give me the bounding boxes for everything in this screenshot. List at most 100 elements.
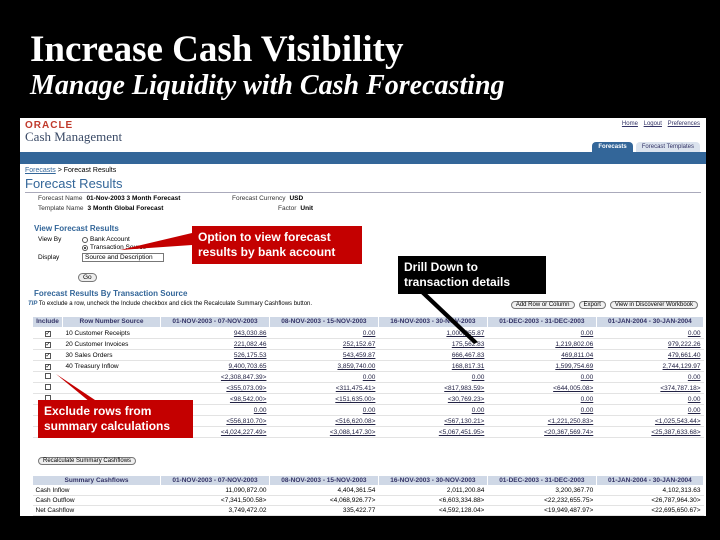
tip-line: TIP To exclude a row, uncheck the Includ… [28,301,312,307]
col-period-5[interactable]: 01-JAN-2004 - 30-JAN-2004 [595,316,705,328]
drilldown-value[interactable]: <25,387,633.68> [651,429,700,436]
drilldown-value[interactable]: 943,030.86 [234,330,267,337]
drilldown-value[interactable]: <3,088,147.30> [330,429,376,436]
drilldown-value[interactable]: 666,467.83 [452,352,485,359]
view-discoverer-button[interactable]: View in Discoverer Workbook [609,301,698,309]
radio-transaction-source-label: Transaction Source [90,244,147,251]
drilldown-value[interactable]: 479,661.40 [668,352,701,359]
tip-text: To exclude a row, uncheck the Include ch… [38,301,313,307]
table-row: ✓ 40 Treasury Inflow 9,400,703.65 3,859,740… [32,360,704,372]
drilldown-value[interactable]: 0.00 [363,330,376,337]
col-period-3[interactable]: 16-NOV-2003 - 30-NOV-2003 [377,316,488,328]
drilldown-value[interactable]: <5,067,451.95> [439,429,485,436]
summary-value: <7,341,500.58> [160,495,270,506]
drilldown-value[interactable]: <1,025,543.44> [655,418,701,425]
drilldown-value[interactable]: 9,400,703.65 [229,363,267,370]
drilldown-value[interactable]: <4,024,227.49> [221,429,267,436]
factor-label: Factor [278,205,297,212]
view-by-label: View By [38,236,62,243]
go-button[interactable]: Go [78,273,97,282]
forecast-name-label: Forecast Name [38,195,83,202]
drilldown-value[interactable]: 543,459.87 [343,352,376,359]
drilldown-value[interactable]: 252,152.67 [343,341,376,348]
factor-row: Factor Unit [278,205,313,212]
drilldown-value[interactable]: 0.00 [472,407,485,414]
drilldown-value[interactable]: <644,005.08> [553,385,593,392]
include-checkbox[interactable] [44,373,51,379]
add-row-column-button[interactable]: Add Row or Column [510,301,575,309]
row-source-label: Customer Receipts [74,329,130,337]
drilldown-value[interactable]: 979,222.26 [668,341,701,348]
row-source-label: Customer Invoices [74,340,129,348]
drilldown-value[interactable]: <98,542.00> [230,396,267,403]
drilldown-value[interactable]: <151,635.00> [335,396,375,403]
col-period-2[interactable]: 08-NOV-2003 - 15-NOV-2003 [268,316,379,328]
drilldown-value[interactable]: 1,000,355.87 [446,330,484,337]
drilldown-value[interactable]: 0.00 [581,374,594,381]
radio-bank-account-label: Bank Account [90,236,130,243]
preferences-link[interactable]: Preferences [668,121,700,127]
drilldown-value[interactable]: <355,073.09> [226,385,266,392]
summary-value: 3,749,472.02 [160,505,270,516]
drilldown-value[interactable]: 1,219,802.06 [555,341,593,348]
tab-forecast-templates[interactable]: Forecast Templates [635,142,700,152]
export-button[interactable]: Export [578,301,606,309]
include-checkbox[interactable]: ✓ [44,363,51,370]
home-link[interactable]: Home [622,121,638,127]
drilldown-value[interactable]: 0.00 [688,330,701,337]
col-row-source: Row Number Source [62,316,161,328]
drilldown-value[interactable]: <30,769.23> [448,396,485,403]
logout-link[interactable]: Logout [644,121,662,127]
summary-col-period-3: 16-NOV-2003 - 30-NOV-2003 [377,475,488,486]
drilldown-value[interactable]: 0.00 [581,396,594,403]
drilldown-value[interactable]: 0.00 [363,407,376,414]
drilldown-value[interactable]: 0.00 [472,374,485,381]
include-checkbox[interactable] [44,384,51,390]
results-section-title: Forecast Results By Transaction Source [34,289,188,298]
drilldown-value[interactable]: 221,082.46 [234,341,267,348]
drilldown-value[interactable]: 0.00 [581,407,594,414]
breadcrumb-forecasts[interactable]: Forecasts [25,167,56,174]
radio-transaction-source[interactable] [82,244,88,251]
drilldown-value[interactable]: 175,562.83 [452,341,485,348]
drilldown-value[interactable]: 0.00 [581,330,594,337]
drilldown-value[interactable]: <20,367,569.74> [544,429,593,436]
drilldown-value[interactable]: 0.00 [254,407,267,414]
summary-value: <26,787,964.30> [596,495,704,506]
drilldown-value[interactable]: <556,810.70> [226,418,266,425]
drilldown-value[interactable]: <567,130.21> [444,418,484,425]
col-period-1[interactable]: 01-NOV-2003 - 07-NOV-2003 [160,316,270,328]
drilldown-value[interactable]: 0.00 [688,374,701,381]
drilldown-value[interactable]: 0.00 [363,374,376,381]
include-checkbox[interactable]: ✓ [44,330,51,337]
drilldown-value[interactable]: <311,475.41> [336,385,376,392]
drilldown-value[interactable]: 0.00 [688,396,701,403]
summary-value: <19,949,487.97> [487,505,597,516]
include-checkbox[interactable]: ✓ [44,352,51,359]
row-source: 30 Sales Orders [62,349,161,361]
drilldown-value[interactable]: 526,175.53 [234,352,267,359]
drilldown-value[interactable]: 168,817.31 [452,363,485,370]
forecast-name-row: Forecast Name 01-Nov-2003 3 Month Forecas… [38,195,180,202]
tab-forecasts[interactable]: Forecasts [592,142,633,152]
display-select[interactable]: Source and Description [82,253,164,262]
summary-value: <4,068,926.77> [269,495,379,506]
drilldown-value[interactable]: <516,620.08> [335,418,375,425]
currency-value: USD [289,195,304,202]
table-row: ✓ 10 Customer Receipts 943,030.86 0.00 1,000… [32,327,704,339]
drilldown-value[interactable]: <1,221,250.83> [548,418,594,425]
include-checkbox[interactable]: ✓ [44,341,51,348]
recalculate-button[interactable]: Recalculate Summary Cashflows [38,457,137,465]
drilldown-value[interactable]: <817,983.59> [444,385,484,392]
col-period-4[interactable]: 01-DEC-2003 - 31-DEC-2003 [486,316,597,328]
drilldown-value[interactable]: 0.00 [688,407,701,414]
drilldown-value[interactable]: <2,308,847.39> [221,374,267,381]
radio-bank-account[interactable] [82,236,88,243]
drilldown-value[interactable]: 2,744,129.97 [663,363,701,370]
drilldown-value[interactable]: 1,599,754.69 [555,363,593,370]
summary-value: 4,102,313.63 [596,485,704,496]
drilldown-value[interactable]: <374,787.18> [660,385,700,392]
drilldown-value[interactable]: 3,859,740.00 [337,363,375,370]
drilldown-value[interactable]: 469,811.04 [561,352,593,359]
summary-row: Net Cashflow 3,749,472.02 335,422.77 <4,592… [32,505,704,516]
